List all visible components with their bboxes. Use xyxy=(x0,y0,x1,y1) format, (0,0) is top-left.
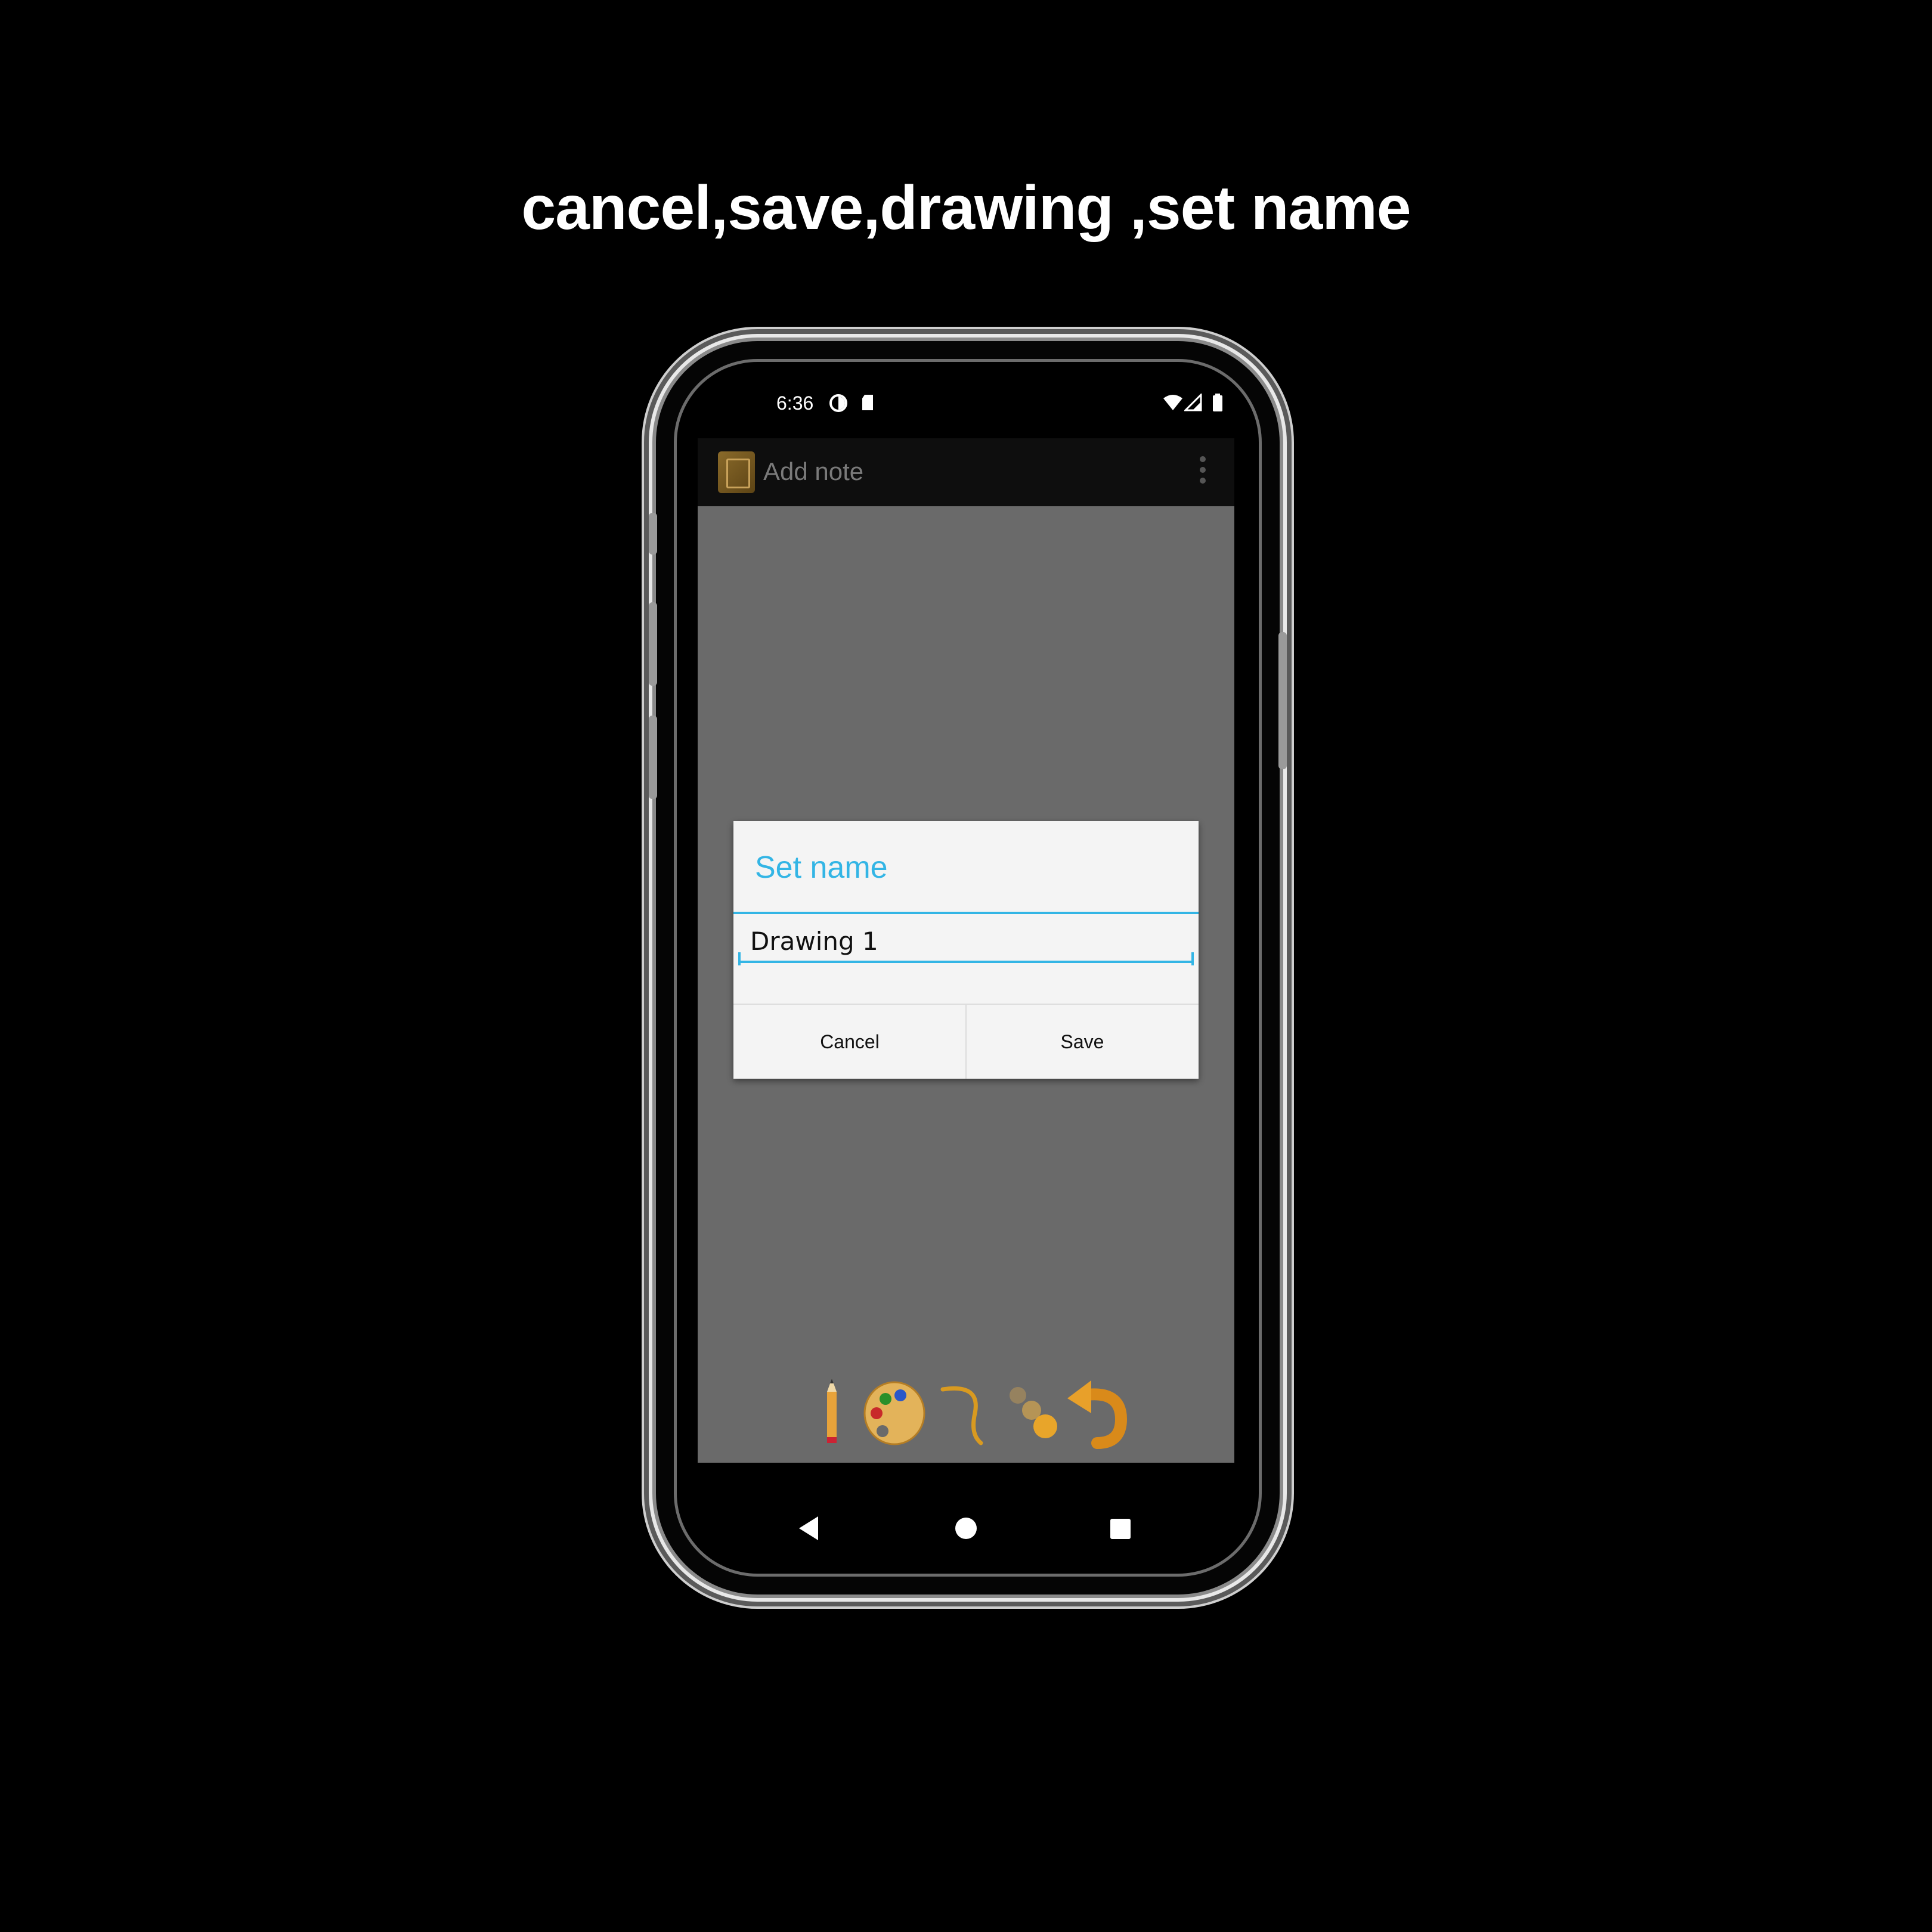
side-button xyxy=(649,513,657,555)
battery-icon xyxy=(1212,394,1224,415)
drawing-toolbar xyxy=(820,1377,1130,1449)
power-button xyxy=(1278,632,1287,769)
signal-icon xyxy=(1183,392,1202,415)
action-bar: Add note xyxy=(698,438,1234,506)
input-underline-left xyxy=(738,952,741,965)
status-time: 6:36 xyxy=(776,392,814,414)
cancel-button[interactable]: Cancel xyxy=(733,1005,966,1079)
undo-icon[interactable] xyxy=(1064,1377,1130,1452)
home-icon[interactable] xyxy=(955,1518,977,1539)
back-icon[interactable] xyxy=(799,1516,818,1540)
brush-stroke-icon[interactable] xyxy=(939,1377,987,1452)
volume-up-button xyxy=(649,602,657,686)
caption-title: cancel,save,drawing ,set name xyxy=(521,174,1411,243)
save-button[interactable]: Save xyxy=(966,1005,1199,1079)
brush-size-icon[interactable] xyxy=(1005,1377,1064,1452)
action-bar-title: Add note xyxy=(763,457,864,485)
status-bar: 6:36 xyxy=(698,388,1234,423)
recents-icon[interactable] xyxy=(1110,1519,1131,1539)
navigation-bar xyxy=(698,1463,1234,1588)
dialog-title: Set name xyxy=(755,850,888,885)
dialog-title-divider xyxy=(733,912,1199,914)
sd-card-icon xyxy=(860,394,875,415)
pencil-icon[interactable] xyxy=(820,1377,844,1452)
input-underline-right xyxy=(1191,952,1194,965)
wifi-icon xyxy=(1163,394,1183,415)
overflow-menu-icon[interactable] xyxy=(1200,456,1206,490)
set-name-dialog: Set name Cancel Save xyxy=(733,821,1199,1079)
name-input[interactable] xyxy=(738,921,1194,963)
notepad-app-icon[interactable] xyxy=(718,451,755,493)
data-saver-icon xyxy=(829,394,848,416)
volume-down-button xyxy=(649,716,657,799)
palette-icon[interactable] xyxy=(862,1377,927,1452)
app-screen: Add note Set name Cancel Save xyxy=(698,438,1234,1463)
